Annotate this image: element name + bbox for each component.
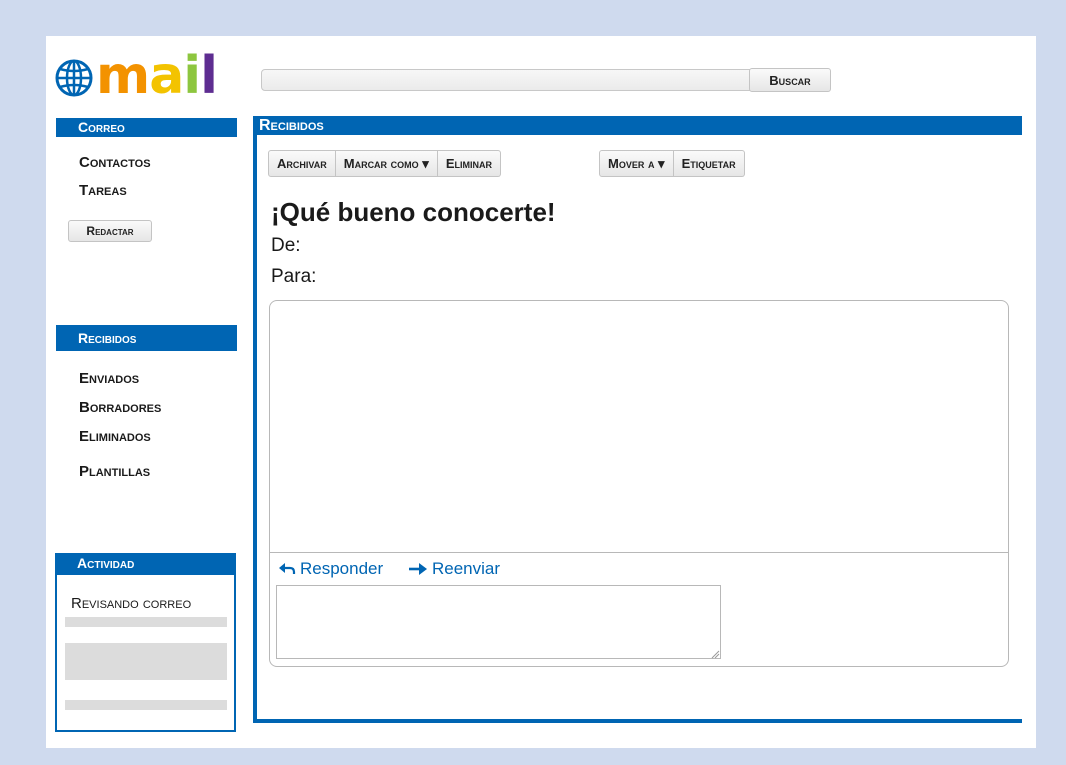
toolbar-group-organize: Mover a ▾ Etiquetar	[599, 150, 745, 177]
logo-letter-a: a	[149, 46, 184, 106]
reply-icon	[279, 563, 296, 574]
sidebar-item-plantillas[interactable]: Plantillas	[79, 463, 150, 480]
page-title: Recibidos	[253, 116, 1022, 135]
search-button[interactable]: Buscar	[749, 68, 831, 92]
toolbar-group-actions: Archivar Marcar como ▾ Eliminar	[268, 150, 501, 177]
archive-button[interactable]: Archivar	[268, 150, 336, 177]
logo-wordmark: mail	[96, 50, 218, 102]
activity-status-text: Revisando correo	[71, 595, 192, 612]
compose-button[interactable]: Redactar	[68, 220, 152, 242]
logo-letter-m: m	[96, 46, 150, 106]
activity-panel: Actividad Revisando correo	[55, 553, 236, 732]
delete-button[interactable]: Eliminar	[437, 150, 501, 177]
sidebar-item-tareas[interactable]: Tareas	[79, 182, 127, 199]
sidebar-item-borradores[interactable]: Borradores	[79, 399, 161, 416]
to-label: Para:	[271, 266, 317, 287]
skeleton-line	[65, 700, 227, 710]
skeleton-line	[65, 617, 227, 627]
mail-logo: mail	[54, 50, 218, 102]
sidebar-item-eliminados[interactable]: Eliminados	[79, 428, 151, 445]
forward-link[interactable]: Reenviar	[408, 559, 500, 579]
message-subject: ¡Qué bueno conocerte!	[271, 197, 556, 227]
tag-button[interactable]: Etiquetar	[673, 150, 745, 177]
main-border-left	[253, 135, 257, 723]
logo-letter-l: l	[200, 46, 218, 106]
resize-grip-icon[interactable]	[710, 649, 720, 659]
search-input[interactable]	[261, 69, 781, 91]
reply-link[interactable]: Responder	[278, 559, 383, 579]
reply-label: Responder	[300, 559, 384, 578]
logo-letter-i: i	[183, 46, 201, 106]
sidebar-item-enviados[interactable]: Enviados	[79, 370, 139, 387]
forward-label: Reenviar	[432, 559, 501, 578]
move-to-button[interactable]: Mover a ▾	[599, 150, 674, 177]
skeleton-block	[65, 643, 227, 680]
main-border-bottom	[253, 719, 1022, 723]
sidebar-item-correo[interactable]: Correo	[56, 118, 237, 137]
message-panel: Responder Reenviar	[269, 300, 1009, 667]
message-divider	[270, 552, 1008, 553]
globe-icon	[55, 59, 93, 97]
reply-textarea[interactable]	[276, 585, 721, 659]
sidebar-item-contactos[interactable]: Contactos	[79, 154, 151, 171]
forward-arrow-icon	[409, 563, 427, 575]
mail-window: mail Buscar Correo Contactos Tareas Reda…	[46, 36, 1036, 748]
mark-as-button[interactable]: Marcar como ▾	[335, 150, 438, 177]
sidebar-item-recibidos[interactable]: Recibidos	[56, 325, 237, 351]
from-label: De:	[271, 235, 301, 256]
activity-title: Actividad	[55, 553, 236, 575]
